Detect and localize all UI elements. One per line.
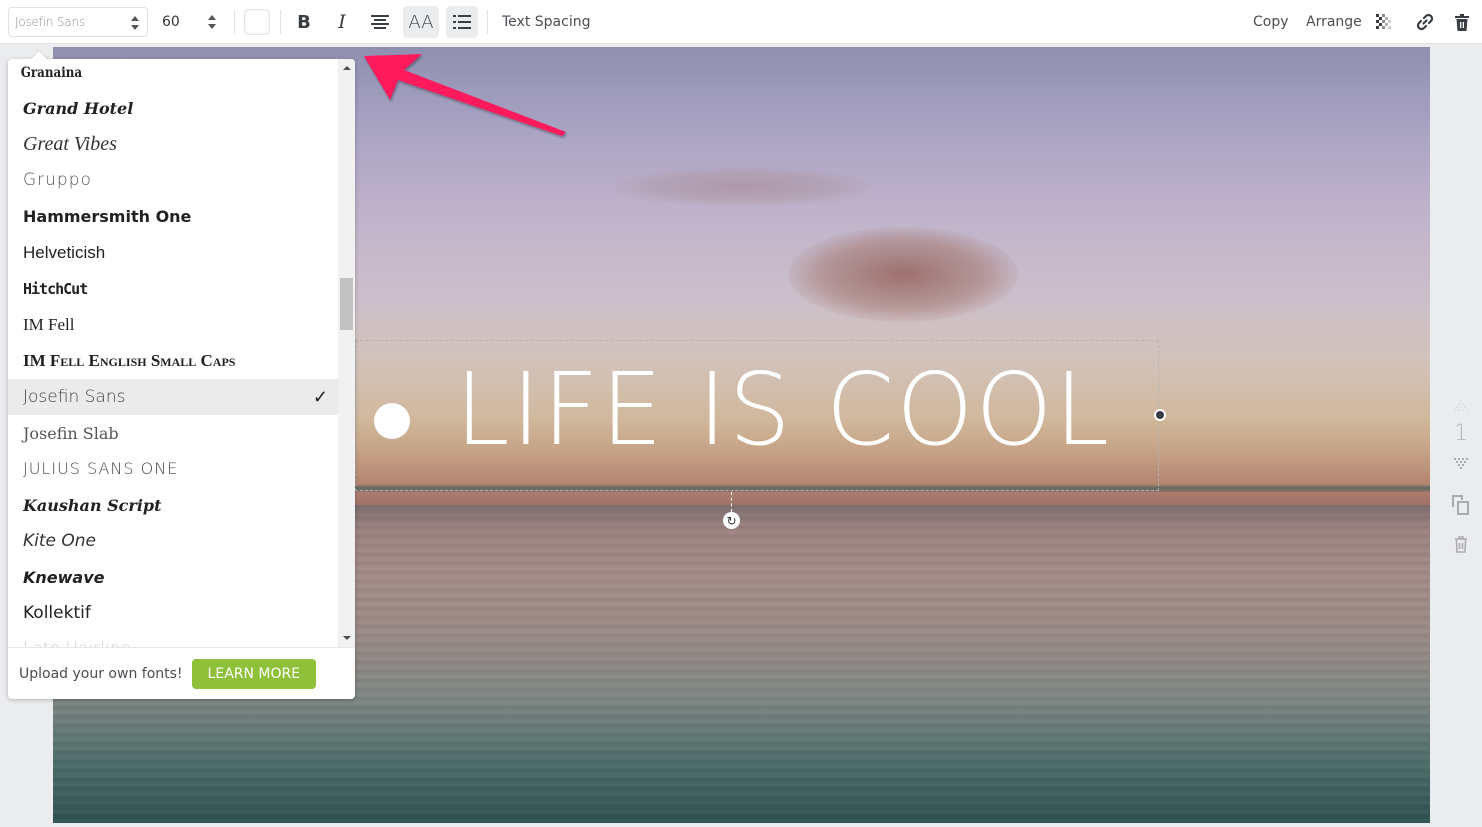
font-option[interactable]: HitchCut bbox=[8, 271, 338, 307]
bold-icon: B bbox=[297, 11, 311, 33]
bullet-point bbox=[374, 403, 410, 439]
font-option[interactable]: Knewave bbox=[8, 559, 338, 595]
delete-page-button[interactable] bbox=[1444, 536, 1478, 553]
upload-fonts-message: Upload your own fonts! bbox=[19, 665, 183, 682]
font-option[interactable]: Hammersmith One bbox=[8, 198, 338, 234]
bullet-list-toggle[interactable] bbox=[446, 6, 478, 38]
transparency-button[interactable] bbox=[1374, 6, 1394, 38]
page-number: 1 bbox=[1454, 421, 1468, 446]
font-option-selected[interactable]: Josefin Sans ✓ bbox=[8, 379, 338, 415]
font-option[interactable]: Gruppo bbox=[8, 162, 338, 198]
copy-button[interactable]: Copy bbox=[1253, 14, 1289, 30]
font-list-scrollbar[interactable] bbox=[338, 59, 355, 647]
text-color-swatch[interactable] bbox=[244, 9, 270, 35]
font-family-value: Josefin Sans bbox=[15, 15, 85, 29]
font-option[interactable]: Kollektif bbox=[8, 595, 338, 631]
scroll-down-arrow-icon[interactable] bbox=[343, 636, 351, 640]
transparency-icon bbox=[1376, 14, 1391, 29]
scrollbar-thumb[interactable] bbox=[340, 278, 353, 330]
bold-button[interactable]: B bbox=[290, 6, 318, 38]
learn-more-button[interactable]: LEARN MORE bbox=[191, 658, 317, 689]
bullet-list-icon bbox=[453, 15, 471, 29]
rotate-handle[interactable]: ↻ bbox=[723, 512, 740, 529]
case-label: AA bbox=[408, 11, 434, 33]
divider bbox=[234, 10, 235, 34]
font-option[interactable]: Julius Sans One bbox=[8, 450, 338, 486]
font-option[interactable]: Grand Hotel bbox=[8, 90, 338, 126]
text-toolbar: Josefin Sans 60 B I AA Text Spacing Copy… bbox=[0, 0, 1482, 44]
font-option[interactable]: Kite One bbox=[8, 523, 338, 559]
scroll-up-arrow-icon[interactable] bbox=[343, 66, 351, 70]
arrange-button[interactable]: Arrange bbox=[1306, 14, 1362, 30]
align-button[interactable] bbox=[366, 6, 394, 38]
annotation-arrow bbox=[364, 54, 566, 136]
rotation-guide bbox=[731, 492, 732, 512]
select-arrows-icon bbox=[208, 15, 216, 29]
divider bbox=[280, 10, 281, 34]
font-size-value: 60 bbox=[162, 14, 180, 30]
uppercase-toggle[interactable]: AA bbox=[403, 6, 439, 38]
font-option[interactable]: Granaina bbox=[8, 59, 289, 91]
align-center-icon bbox=[371, 15, 389, 29]
move-page-down-icon bbox=[1454, 458, 1468, 469]
move-page-up-button[interactable] bbox=[1444, 400, 1478, 412]
move-page-up-icon bbox=[1454, 400, 1468, 411]
delete-button[interactable] bbox=[1452, 6, 1472, 38]
checkmark-icon: ✓ bbox=[312, 387, 328, 408]
resize-handle-right[interactable] bbox=[1154, 409, 1166, 421]
font-option[interactable]: Helveticish bbox=[8, 235, 338, 271]
font-option[interactable]: IM Fell bbox=[8, 307, 338, 343]
link-button[interactable] bbox=[1414, 6, 1436, 38]
cloud bbox=[613, 167, 873, 207]
italic-button[interactable]: I bbox=[328, 6, 356, 38]
divider bbox=[487, 10, 488, 34]
move-page-down-button[interactable] bbox=[1444, 458, 1478, 470]
font-list[interactable]: Granaina Grand Hotel Great Vibes Gruppo … bbox=[8, 59, 338, 647]
cloud bbox=[788, 227, 1018, 322]
headline-text[interactable]: LIFE IS COOL bbox=[455, 360, 1111, 460]
font-family-dropdown: Granaina Grand Hotel Great Vibes Gruppo … bbox=[8, 59, 355, 699]
font-option[interactable]: Josefin Slab bbox=[8, 415, 338, 451]
select-arrows-icon bbox=[131, 16, 139, 30]
font-option[interactable]: Kaushan Script bbox=[8, 487, 338, 523]
upload-fonts-footer: Upload your own fonts! LEARN MORE bbox=[8, 647, 355, 699]
duplicate-page-button[interactable] bbox=[1444, 495, 1478, 515]
duplicate-page-icon bbox=[1452, 495, 1469, 515]
font-option[interactable]: Lato Hairline bbox=[8, 631, 338, 647]
font-option[interactable]: Great Vibes bbox=[8, 126, 338, 162]
font-size-select[interactable]: 60 bbox=[154, 7, 224, 37]
trash-icon bbox=[1455, 13, 1469, 31]
font-family-select[interactable]: Josefin Sans bbox=[8, 7, 148, 37]
text-spacing-button[interactable]: Text Spacing bbox=[502, 14, 590, 30]
delete-page-icon bbox=[1455, 536, 1467, 553]
italic-icon: I bbox=[338, 11, 346, 33]
link-icon bbox=[1416, 13, 1434, 31]
rotate-icon: ↻ bbox=[726, 513, 737, 528]
font-option[interactable]: IM Fell English Small Caps bbox=[8, 343, 338, 379]
